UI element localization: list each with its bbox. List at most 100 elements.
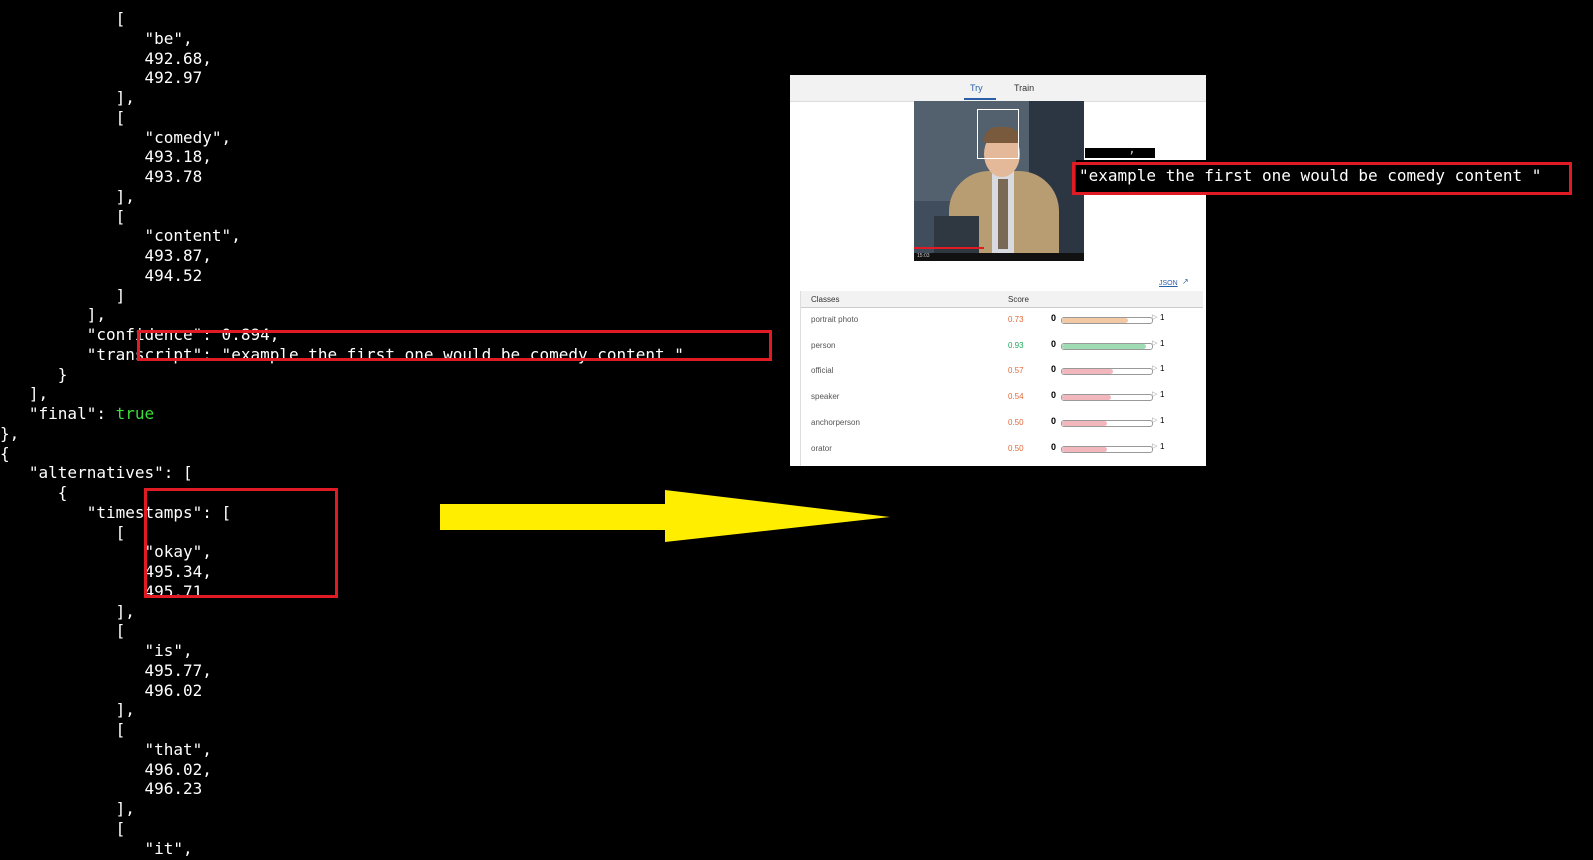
face-detection-box: [977, 109, 1019, 159]
score-bar-fill: [1062, 318, 1128, 323]
code-line-text: [: [0, 621, 126, 641]
json-link[interactable]: JSON: [1159, 280, 1178, 287]
bar-end-icon: ▷: [1152, 416, 1158, 424]
code-line-text: 496.02: [0, 680, 203, 700]
video-progress[interactable]: [914, 247, 984, 249]
code-line: "be",: [0, 29, 192, 49]
scale-min: 0: [1051, 441, 1057, 452]
class-score: 0.57: [1008, 366, 1024, 376]
code-line-text: ],: [0, 305, 106, 325]
video-controls[interactable]: [914, 253, 1084, 261]
speaker-tie: [998, 179, 1008, 249]
class-score: 0.50: [1008, 417, 1024, 427]
code-line-text: ],: [0, 186, 135, 206]
code-line-text: 493.87,: [0, 246, 212, 265]
code-line: [: [0, 522, 126, 543]
code-line-text: "content",: [0, 226, 241, 246]
code-line-text: "that",: [0, 739, 212, 759]
code-line: },: [0, 424, 19, 444]
code-line-text: {: [0, 483, 68, 502]
class-name: portrait photo: [811, 315, 859, 324]
code-line: 496.23: [0, 779, 202, 799]
code-line: ],: [0, 88, 135, 108]
code-line: "alternatives": [: [0, 463, 193, 483]
video-frame[interactable]: 15:03: [914, 101, 1084, 261]
code-line: 493.18,: [0, 147, 211, 167]
code-line: [: [0, 621, 126, 641]
score-bar-fill: [1062, 446, 1107, 452]
scale-max: 1: [1160, 390, 1165, 400]
code-line: ]: [0, 285, 126, 306]
scale-min: 0: [1051, 338, 1057, 349]
overlay-transcript-highlight: [1072, 162, 1572, 195]
table-row: anchorperson 0.50 0 ▷ 1: [801, 410, 1203, 436]
code-line: 494.52: [0, 266, 202, 286]
code-line-text: 496.02,: [0, 759, 212, 779]
code-line-text: {: [0, 443, 10, 463]
column-score: Score: [1008, 295, 1029, 304]
code-line-text: "it",: [0, 838, 193, 858]
scale-max: 1: [1160, 338, 1165, 348]
code-line: ],: [0, 384, 48, 404]
final-value: true: [115, 404, 155, 423]
external-link-icon[interactable]: ↗: [1182, 277, 1189, 286]
score-bar-fill: [1062, 395, 1111, 401]
code-line-text: 492.97: [0, 68, 203, 88]
video-time: 15:03: [917, 253, 930, 259]
active-tab-indicator: [964, 98, 996, 100]
code-line: "that",: [0, 739, 212, 760]
code-line-text: [: [0, 522, 126, 542]
table-row: official 0.57 0 ▷ 1: [801, 358, 1203, 384]
tab-train[interactable]: Train: [1014, 83, 1034, 93]
code-line-text: ],: [0, 601, 135, 621]
class-name: anchorperson: [811, 417, 860, 427]
score-bar: [1061, 394, 1153, 402]
class-name: speaker: [811, 392, 840, 402]
class-name: person: [811, 340, 836, 350]
tab-try[interactable]: Try: [970, 83, 983, 93]
code-line-text: [: [0, 720, 126, 739]
code-line: [: [0, 818, 126, 839]
class-score: 0.54: [1008, 392, 1024, 402]
code-line-text: [: [0, 818, 126, 838]
code-line: "content",: [0, 226, 241, 246]
code-line: 496.02: [0, 681, 202, 701]
code-line: [: [0, 107, 126, 128]
code-line: }: [0, 365, 68, 385]
scale-min: 0: [1051, 364, 1057, 375]
code-line-text: "alternatives": [: [0, 463, 193, 483]
code-line: {: [0, 483, 68, 503]
code-line: ],: [0, 187, 135, 207]
code-line-text: ]: [0, 285, 126, 305]
table-row: portrait photo 0.73 0 ▷ 1: [801, 307, 1203, 333]
tab-bar: Try Train: [790, 75, 1206, 102]
code-line: ],: [0, 305, 106, 325]
score-bar-fill: [1062, 343, 1146, 349]
scale-min: 0: [1051, 313, 1057, 323]
code-line: [: [0, 207, 126, 227]
overlay-fragment-text: ,: [1085, 142, 1136, 156]
code-line-text: ],: [0, 799, 135, 818]
code-line-text: 492.68,: [0, 48, 212, 68]
bar-end-icon: ▷: [1152, 442, 1158, 450]
table-header: Classes Score: [801, 291, 1203, 308]
table-row: orator 0.50 0 ▷ 1: [801, 436, 1203, 462]
code-line-text: 494.52: [0, 265, 203, 285]
visual-recognition-panel: Try Train 15:03 JSON ↗ Classes Score por…: [790, 75, 1206, 466]
timestamps-highlight: [144, 488, 338, 598]
scale-max: 1: [1160, 415, 1165, 425]
scale-min: 0: [1051, 390, 1057, 401]
code-line-text: ],: [0, 384, 49, 404]
classes-table: Classes Score portrait photo 0.73 0 ▷ 1 perso…: [800, 291, 1203, 466]
code-line: "comedy",: [0, 128, 231, 148]
score-bar: [1061, 368, 1153, 376]
class-name: official: [811, 366, 834, 376]
code-line-text: [: [0, 107, 126, 127]
code-line-text: 496.23: [0, 779, 203, 799]
code-line-text: 495.77,: [0, 660, 212, 680]
scale-max: 1: [1160, 441, 1165, 451]
code-line: ],: [0, 799, 135, 819]
scale-max: 1: [1160, 313, 1165, 322]
bar-end-icon: ▷: [1152, 314, 1158, 321]
overlay-cropped-fragment: ,: [1085, 142, 1155, 158]
